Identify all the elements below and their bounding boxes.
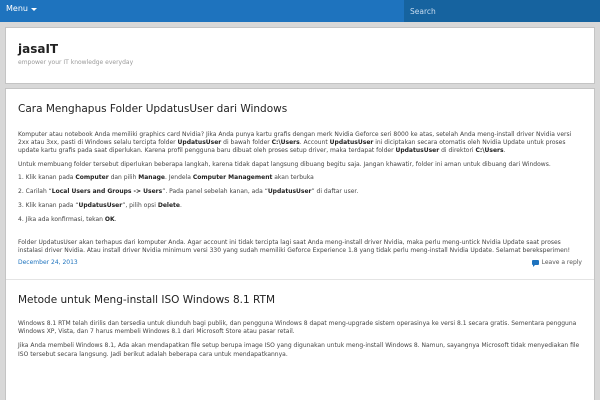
post-metode-install: Metode untuk Meng-install ISO Windows 8.…	[18, 294, 582, 359]
post-paragraph: Windows 8.1 RTM telah dirilis dan tersed…	[18, 320, 577, 336]
step-4: 4. Jika ada konfirmasi, tekan OK.	[18, 216, 117, 224]
site-header: jasaIT empower your IT knowledge everyda…	[5, 27, 595, 84]
top-navigation-bar: Menu	[0, 0, 600, 22]
post-paragraph: Komputer atau notebook Anda memiliki gra…	[18, 131, 572, 155]
menu-label: Menu	[6, 4, 28, 13]
leave-reply-label: Leave a reply	[541, 259, 582, 267]
post-cara-menghapus: Cara Menghapus Folder UpdatusUser dari W…	[18, 103, 582, 269]
site-tagline: empower your IT knowledge everyday	[18, 59, 134, 66]
post-paragraph: Folder UpdatusUser akan terhapus dari ko…	[18, 238, 571, 254]
post-title[interactable]: Cara Menghapus Folder UpdatusUser dari W…	[18, 103, 582, 115]
post-meta: December 24, 2013 Leave a reply	[18, 259, 582, 269]
post-date-link[interactable]: December 24, 2013	[18, 259, 78, 266]
step-1: 1. Klik kanan pada Computer dan pilih Ma…	[18, 173, 314, 181]
main-content: Cara Menghapus Folder UpdatusUser dari W…	[5, 88, 595, 400]
post-paragraph: Jika Anda membeli Windows 8.1, Ada akan …	[18, 342, 580, 358]
caret-down-icon	[30, 7, 37, 11]
search-input[interactable]	[404, 0, 600, 22]
comment-bubble-icon	[531, 260, 539, 268]
post-paragraph: Untuk membuang folder tersebut diperluka…	[18, 160, 551, 168]
post-title[interactable]: Metode untuk Meng-install ISO Windows 8.…	[18, 294, 582, 306]
menu-button[interactable]: Menu	[6, 4, 37, 13]
post-divider	[6, 279, 594, 281]
leave-reply-link[interactable]: Leave a reply	[531, 259, 582, 268]
site-title[interactable]: jasaIT	[18, 42, 582, 56]
step-3: 3. Klik kanan pada “UpdatusUser”, pilih …	[18, 202, 182, 210]
step-2: 2. Carilah “Local Users and Groups -> Us…	[18, 188, 359, 196]
